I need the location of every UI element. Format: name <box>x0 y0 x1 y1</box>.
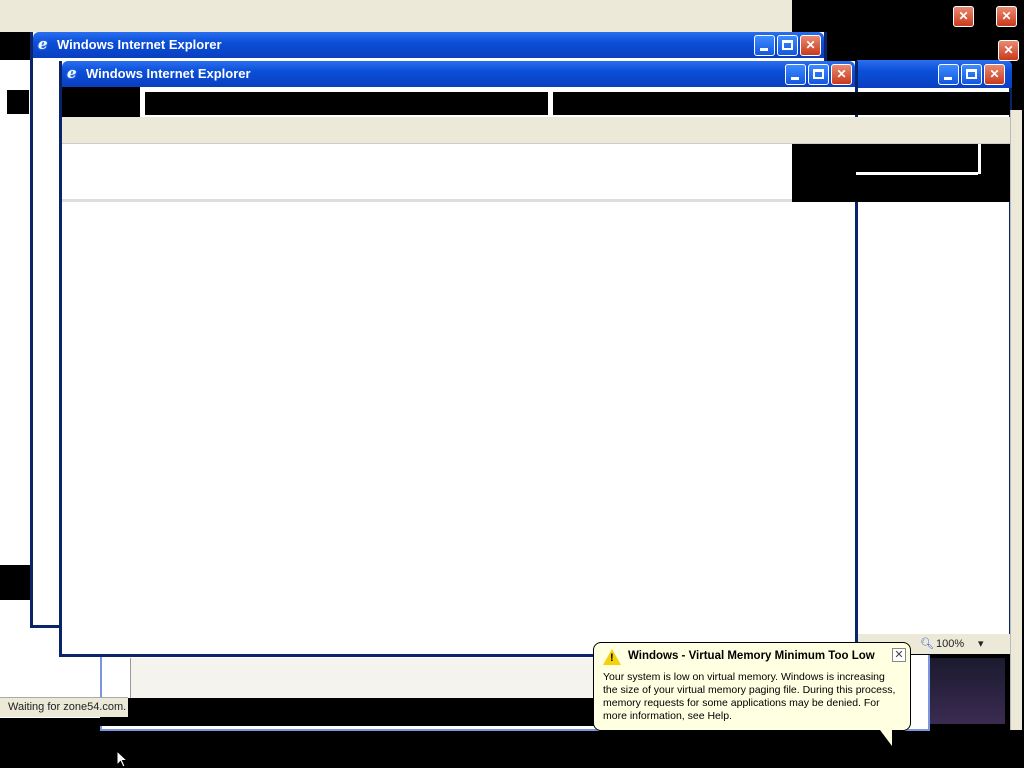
desktop-light-area <box>0 0 792 32</box>
balloon-title: Windows - Virtual Memory Minimum Too Low <box>628 650 875 662</box>
right-thumbnail-image <box>925 658 1005 724</box>
ie-logo-icon: e <box>38 35 48 53</box>
command-bar <box>62 117 1010 144</box>
zoom-icon: 🔍︎ <box>920 638 934 650</box>
close-icon[interactable]: ✕ <box>892 648 906 662</box>
left-frame-marker <box>5 88 31 116</box>
close-button[interactable]: ✕ <box>831 64 852 85</box>
close-button[interactable]: ✕ <box>800 35 821 56</box>
tab-strip <box>62 144 792 202</box>
close-button-top-right[interactable]: ✕ <box>953 6 974 27</box>
window-title: Windows Internet Explorer <box>86 66 251 81</box>
close-button[interactable]: ✕ <box>984 64 1005 85</box>
zoom-level: 100% <box>936 638 965 650</box>
right-window-controls: ✕ <box>938 64 1005 85</box>
right-toolbar-white-line <box>856 172 978 175</box>
bottom-black-strip <box>100 698 595 726</box>
ie-logo-icon: e <box>67 64 77 82</box>
page-content[interactable] <box>62 205 855 654</box>
chevron-down-icon[interactable]: ▾ <box>978 637 984 650</box>
minimize-button[interactable] <box>754 35 775 56</box>
balloon-message: Your system is low on virtual memory. Wi… <box>603 671 896 722</box>
ie-titlebar-back[interactable]: e Windows Internet Explorer ✕ <box>33 32 824 58</box>
balloon-tail <box>880 730 892 746</box>
window-title: Windows Internet Explorer <box>57 37 222 52</box>
close-button-top-far-right[interactable]: ✕ <box>996 6 1017 27</box>
toolbar-black-block-left <box>62 87 140 117</box>
minimize-button[interactable] <box>785 64 806 85</box>
bottom-gray-panel <box>130 658 595 698</box>
address-bar-black[interactable] <box>145 92 548 115</box>
mouse-cursor-icon <box>116 750 128 768</box>
close-button-right-mid[interactable]: ✕ <box>998 40 1019 61</box>
maximize-button[interactable] <box>961 64 982 85</box>
status-text: Waiting for zone54.com. <box>8 701 127 713</box>
desktop-white-left <box>0 60 30 565</box>
maximize-button[interactable] <box>808 64 829 85</box>
ie-titlebar-front[interactable]: e Windows Internet Explorer ✕ <box>62 61 855 87</box>
search-bar-black[interactable] <box>553 92 1010 115</box>
maximize-button[interactable] <box>777 35 798 56</box>
virtual-memory-balloon[interactable]: ! Windows - Virtual Memory Minimum Too L… <box>593 642 911 731</box>
right-toolbar-white-line-2 <box>978 144 981 174</box>
status-bar: Waiting for zone54.com. <box>0 697 128 717</box>
right-scrollbar[interactable] <box>1010 110 1022 730</box>
warning-mark: ! <box>610 652 614 664</box>
minimize-button[interactable] <box>938 64 959 85</box>
